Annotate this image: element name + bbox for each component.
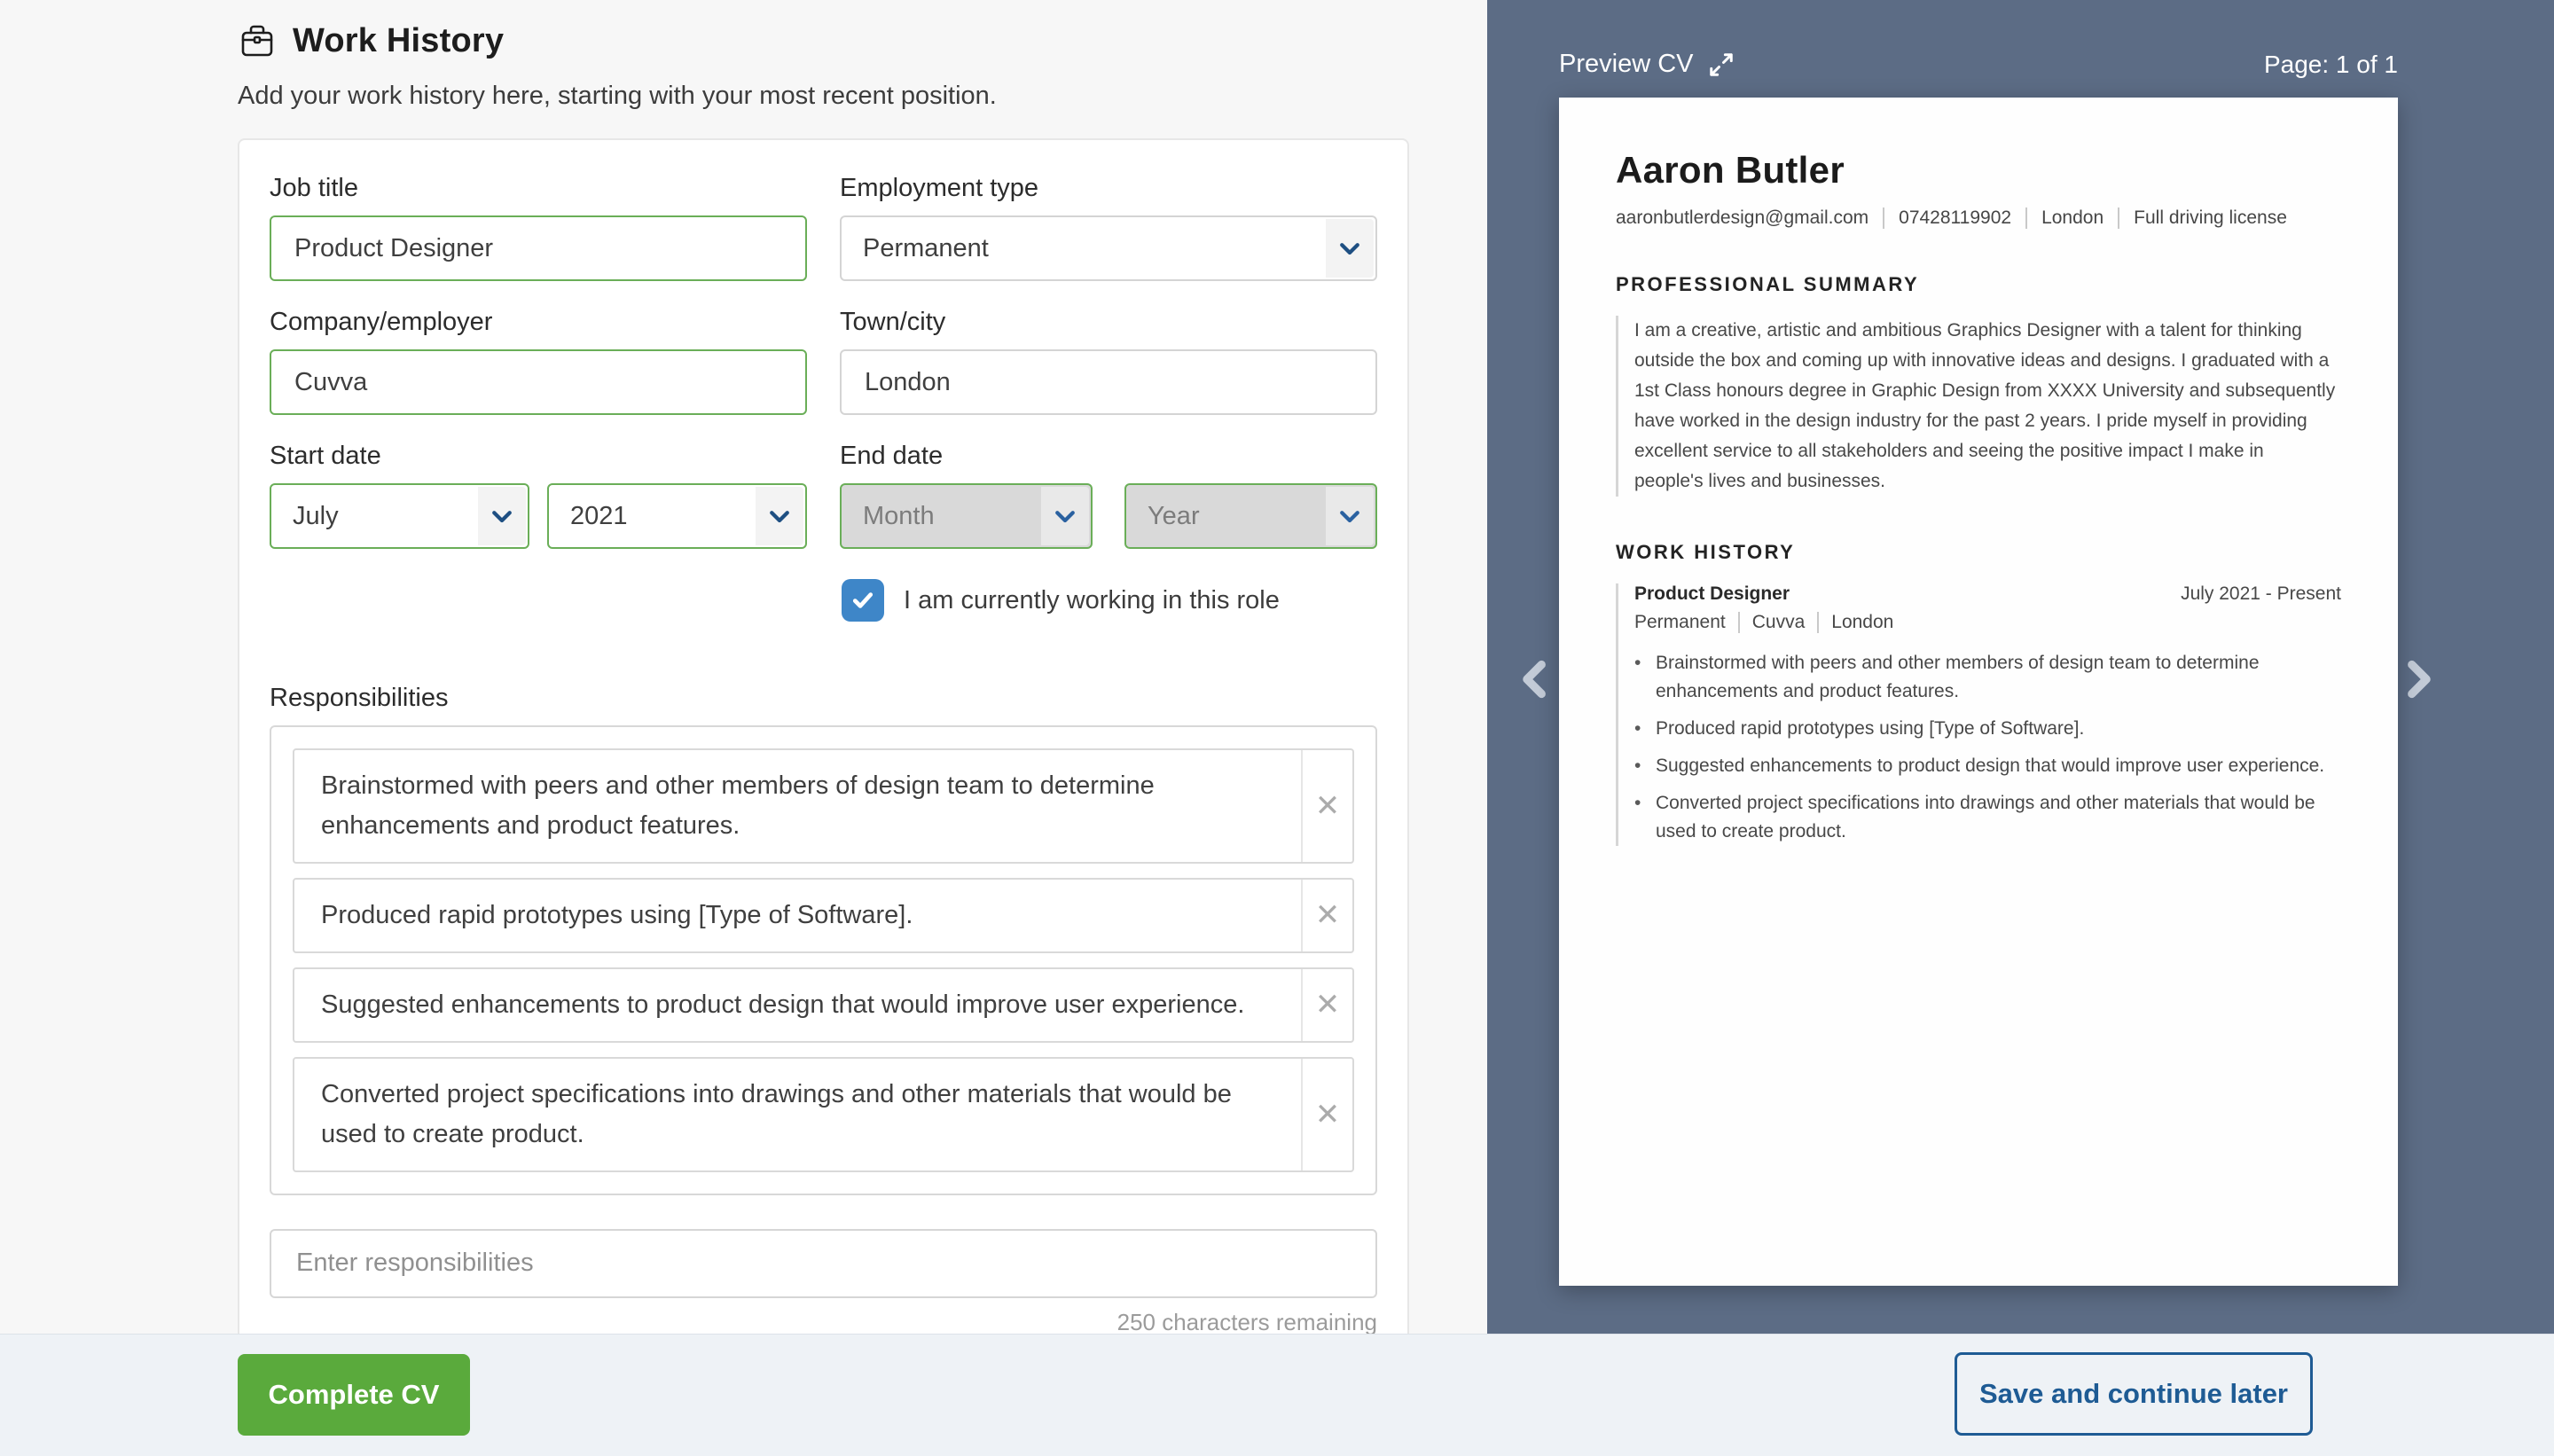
responsibility-item: Produced rapid prototypes using [Type of… — [293, 877, 1354, 953]
cv-job-dates: July 2021 - Present — [2181, 583, 2341, 604]
preview-header: Preview CV Page: 1 of 1 — [1559, 50, 2398, 79]
cv-contact-item: London — [2025, 207, 2104, 229]
expand-icon[interactable] — [1708, 51, 1735, 78]
chevron-down-icon — [1326, 487, 1374, 545]
save-continue-button[interactable]: Save and continue later — [1955, 1352, 2313, 1436]
responsibilities-label: Responsibilities — [270, 684, 449, 712]
page-indicator: Page: 1 of 1 — [2263, 50, 2398, 78]
end-date-label: End date — [840, 442, 944, 470]
cv-summary-text: I am a creative, artistic and ambitious … — [1634, 320, 2336, 491]
cv-work-heading: WORK HISTORY — [1616, 541, 1796, 563]
close-icon[interactable]: ✕ — [1301, 968, 1352, 1041]
next-page-button[interactable] — [2395, 653, 2441, 706]
footer-action-bar: Complete CV Save and continue later — [0, 1335, 2554, 1456]
cv-job-meta-row: Permanent Cuvva London — [1634, 612, 2341, 633]
start-date-label: Start date — [270, 442, 381, 470]
complete-cv-button[interactable]: Complete CV — [238, 1354, 470, 1436]
company-label: Company/employer — [270, 308, 493, 336]
current-role-label: I am currently working in this role — [904, 585, 1280, 614]
chevron-down-icon — [478, 487, 526, 545]
responsibility-text: Produced rapid prototypes using [Type of… — [321, 900, 913, 929]
cv-job-meta-item: Cuvva — [1737, 612, 1805, 633]
responsibility-item: Suggested enhancements to product design… — [293, 967, 1354, 1043]
current-role-checkbox[interactable] — [842, 579, 884, 622]
start-year-select[interactable]: 2021 — [547, 483, 807, 549]
cv-job-meta-item: London — [1817, 612, 1893, 633]
employment-type-value: Permanent — [863, 233, 989, 262]
chevron-down-icon — [756, 487, 803, 545]
town-label: Town/city — [840, 308, 946, 336]
close-icon[interactable]: ✕ — [1301, 750, 1352, 862]
chevron-down-icon — [1041, 487, 1089, 545]
town-input[interactable] — [840, 349, 1377, 415]
start-month-value: July — [293, 501, 339, 530]
cv-job-bullet: Suggested enhancements to product design… — [1634, 752, 2341, 780]
close-icon[interactable]: ✕ — [1301, 1058, 1352, 1170]
preview-title: Preview CV — [1559, 50, 1694, 78]
cv-document-page: Aaron Butler aaronbutlerdesign@gmail.com… — [1559, 98, 2398, 1286]
chevron-down-icon — [1326, 219, 1374, 278]
end-month-select[interactable]: Month — [840, 483, 1093, 549]
end-month-placeholder: Month — [863, 501, 935, 530]
cv-summary-heading: PROFESSIONAL SUMMARY — [1616, 273, 1920, 295]
previous-page-button[interactable] — [1512, 653, 1558, 706]
cv-preview-pane: Preview CV Page: 1 of 1 Aaron Butler aar… — [1487, 0, 2554, 1335]
company-input[interactable] — [270, 349, 807, 415]
end-year-placeholder: Year — [1148, 501, 1200, 530]
cv-contact-item: aaronbutlerdesign@gmail.com — [1616, 207, 1869, 228]
cv-job-title: Product Designer — [1634, 583, 1790, 604]
cv-job-entry: Product Designer July 2021 - Present Per… — [1616, 583, 2341, 846]
page-subtitle: Add your work history here, starting wit… — [238, 82, 997, 110]
cv-builder-screen: Work History Add your work history here,… — [0, 0, 2554, 1456]
end-year-select[interactable]: Year — [1124, 483, 1377, 549]
cv-job-bullet: Produced rapid prototypes using [Type of… — [1634, 715, 2341, 743]
check-icon — [852, 592, 874, 608]
responsibility-text: Brainstormed with peers and other member… — [321, 771, 1155, 840]
chevron-right-icon — [2408, 660, 2431, 699]
briefcase-icon — [238, 21, 277, 60]
employment-type-label: Employment type — [840, 174, 1039, 202]
cv-contact-item: Full driving license — [2118, 207, 2287, 229]
start-month-select[interactable]: July — [270, 483, 529, 549]
page-title: Work History — [293, 21, 505, 59]
work-history-form-card: Job title Employment type Permanent Comp… — [238, 138, 1409, 1383]
responsibility-item: Brainstormed with peers and other member… — [293, 748, 1354, 864]
responsibilities-list: Brainstormed with peers and other member… — [270, 725, 1377, 1195]
characters-remaining: 250 characters remaining — [1116, 1308, 1377, 1335]
employment-type-select[interactable]: Permanent — [840, 215, 1377, 281]
responsibilities-input[interactable] — [270, 1228, 1377, 1298]
cv-job-bullet: Converted project specifications into dr… — [1634, 789, 2341, 846]
start-year-value: 2021 — [570, 501, 628, 530]
chevron-left-icon — [1523, 660, 1546, 699]
cv-contact-row: aaronbutlerdesign@gmail.com 07428119902 Lo… — [1616, 207, 2341, 229]
cv-job-bullet: Brainstormed with peers and other member… — [1634, 649, 2341, 706]
job-title-label: Job title — [270, 174, 358, 202]
responsibility-text: Converted project specifications into dr… — [321, 1079, 1232, 1148]
responsibility-item: Converted project specifications into dr… — [293, 1056, 1354, 1172]
cv-contact-item: 07428119902 — [1883, 207, 2011, 229]
close-icon[interactable]: ✕ — [1301, 879, 1352, 951]
work-history-form-pane: Work History Add your work history here,… — [0, 0, 1487, 1383]
page-header: Work History Add your work history here,… — [238, 21, 997, 111]
cv-job-bullets: Brainstormed with peers and other member… — [1634, 649, 2341, 846]
responsibility-text: Suggested enhancements to product design… — [321, 990, 1245, 1019]
job-title-input[interactable] — [270, 215, 807, 281]
cv-job-meta-item: Permanent — [1634, 612, 1726, 632]
cv-name: Aaron Butler — [1616, 149, 1845, 191]
